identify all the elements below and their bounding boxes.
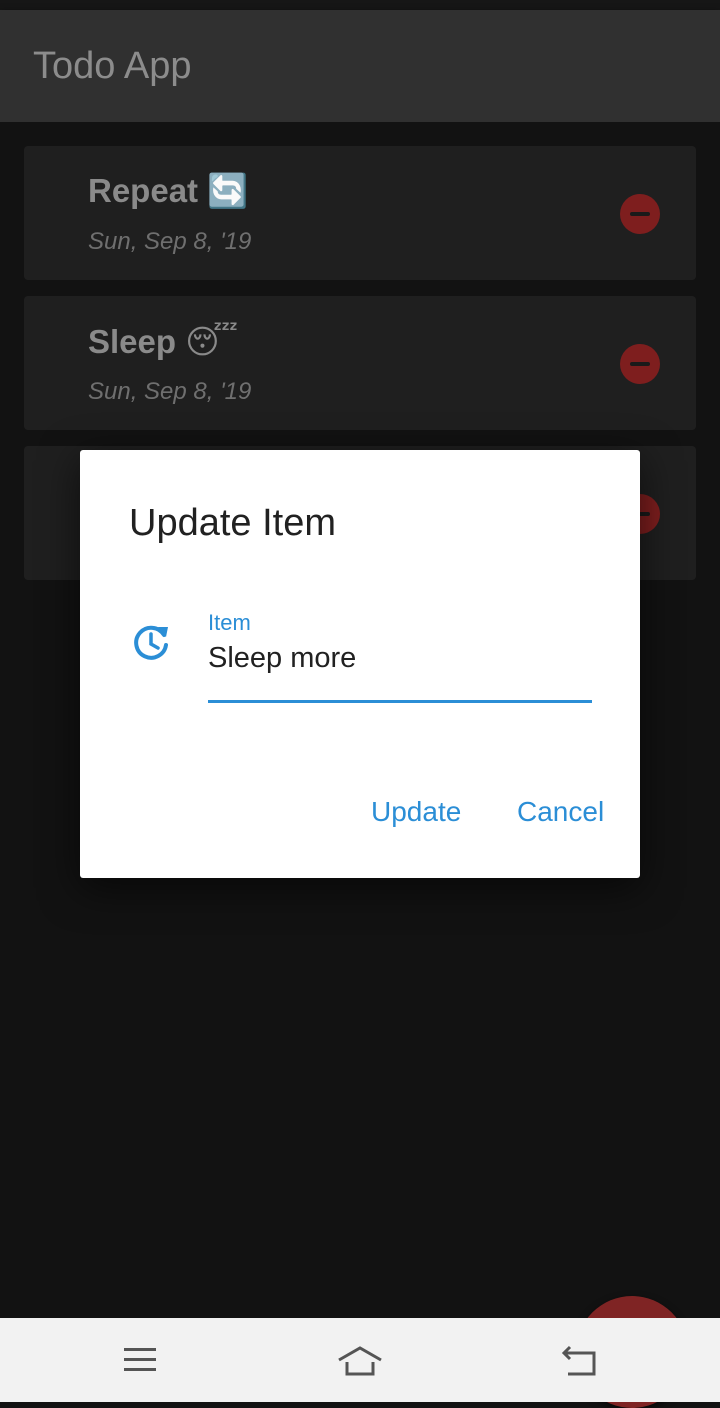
item-input[interactable]: Sleep more [208,642,356,675]
cancel-button[interactable]: Cancel [517,796,604,828]
item-input-underline [208,700,592,703]
update-button[interactable]: Update [371,796,461,828]
todo-date: Sun, Sep 8, '19 [88,228,252,255]
update-item-dialog: Update Item Item Sleep more Update Cance… [80,450,640,878]
todo-date: Sun, Sep 8, '19 [88,378,252,405]
home-icon[interactable] [336,1344,384,1378]
history-icon [134,625,168,660]
todo-title: Repeat 🔄 [88,172,248,211]
todo-title: Sleep 😴 [88,322,238,361]
todo-title-text: Repeat [88,172,199,209]
item-field-label: Item [208,610,251,635]
app-bar: Todo App [0,10,720,122]
back-icon[interactable] [560,1344,600,1378]
todo-item-repeat[interactable]: Repeat 🔄 Sun, Sep 8, '19 [24,146,696,280]
dialog-title: Update Item [129,502,336,544]
repeat-emoji-icon: 🔄 [207,172,249,209]
todo-item-sleep[interactable]: Sleep 😴 Sun, Sep 8, '19 [24,296,696,430]
sleeping-emoji-icon: 😴 [185,323,239,360]
menu-icon[interactable] [122,1344,158,1376]
app-title: Todo App [33,45,192,87]
remove-button[interactable] [620,194,660,234]
remove-button[interactable] [620,344,660,384]
todo-title-text: Sleep [88,323,177,360]
status-bar [0,0,720,10]
system-nav-bar [0,1318,720,1402]
